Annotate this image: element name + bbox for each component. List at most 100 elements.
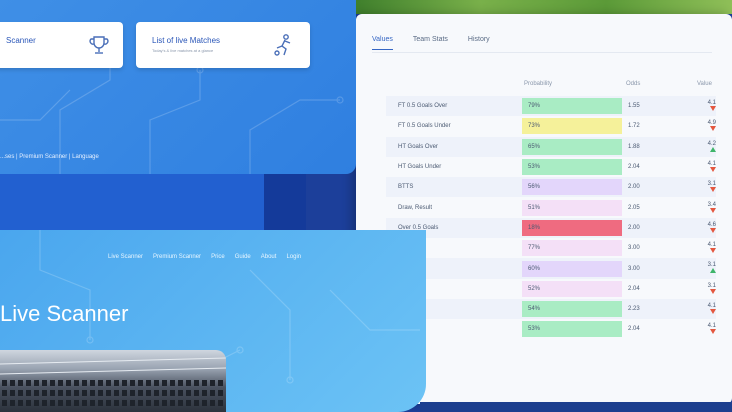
footer-links[interactable]: ...ses | Premium Scanner | Language [0, 154, 99, 160]
trend-down-icon [710, 248, 716, 254]
table-row[interactable]: FT 0.5 Goals Over 79% 1.55 4.1 [386, 96, 716, 117]
stadium-seat [138, 400, 143, 406]
stadium-seat [90, 400, 95, 406]
stadium-seat [202, 380, 207, 386]
nav-about[interactable]: About [261, 254, 277, 260]
stadium-seat [162, 390, 167, 396]
stadium-seat [10, 380, 15, 386]
table-row[interactable]: BTTS 56% 2.00 3.1 [386, 177, 716, 198]
trend-up-icon [710, 268, 716, 274]
stadium-seat [82, 400, 87, 406]
stadium-seat [202, 390, 207, 396]
stadium-seat [82, 380, 87, 386]
table-row[interactable]: ...54%2.234.1 [386, 298, 716, 320]
row-odds: 2.04 [628, 164, 640, 171]
scanner-card-bottom: Live Scanner Premium Scanner Price Guide… [0, 230, 426, 412]
column-header-probability: Probability [524, 81, 553, 87]
trend-down-icon [710, 288, 716, 294]
stats-tabs: Values Team Stats History [372, 36, 490, 50]
tile-live-matches[interactable]: List of live Matches Today's & live matc… [136, 22, 310, 68]
stadium-seat [66, 390, 71, 396]
stadium-seat [202, 400, 207, 406]
stadium-seat [130, 380, 135, 386]
row-value: 4.6 [700, 222, 716, 234]
stadium-seat [90, 390, 95, 396]
table-row[interactable]: Over 0.5 Goals 18% 2.00 4.6 [386, 217, 716, 239]
row-value: 3.1 [700, 181, 716, 193]
row-odds: 2.04 [628, 326, 640, 333]
stadium-seat [50, 400, 55, 406]
row-probability: 60% [522, 260, 622, 277]
stadium-seat [74, 380, 79, 386]
stadium-seat [122, 390, 127, 396]
table-row[interactable]: ...52%2.043.1 [386, 279, 716, 299]
page-bottom-bar [420, 402, 732, 412]
tab-values[interactable]: Values [372, 36, 393, 50]
blue-band [0, 174, 306, 230]
stadium-seat [74, 400, 79, 406]
scanner-card-top: Scanner List of live Matches Today's & l… [0, 0, 356, 174]
stadium-seat [106, 390, 111, 396]
trend-down-icon [710, 126, 716, 132]
stadium-seat [122, 380, 127, 386]
stadium-seat [114, 380, 119, 386]
row-market-name: Draw, Result [398, 204, 433, 211]
table-row[interactable]: HT Goals Over 65% 1.88 4.2 [386, 136, 716, 157]
table-row[interactable]: ...60%3.003.1 [386, 258, 716, 279]
stadium-seat [218, 390, 223, 396]
nav-premium-scanner[interactable]: Premium Scanner [153, 254, 201, 260]
tab-divider [372, 52, 712, 53]
nav-guide[interactable]: Guide [235, 254, 251, 260]
trend-down-icon [710, 207, 716, 213]
stadium-seat [194, 400, 199, 406]
tab-team-stats[interactable]: Team Stats [413, 36, 448, 50]
stadium-seat [194, 390, 199, 396]
stadium-seat [106, 380, 111, 386]
stadium-seat [98, 390, 103, 396]
stadium-seat [98, 380, 103, 386]
stadium-seat [50, 390, 55, 396]
stadium-seat [146, 380, 151, 386]
table-row[interactable]: Draw, Result 51% 2.05 3.4 [386, 197, 716, 217]
nav-live-scanner[interactable]: Live Scanner [108, 254, 143, 260]
nav-price[interactable]: Price [211, 254, 225, 260]
trend-down-icon [710, 167, 716, 172]
tab-history[interactable]: History [468, 36, 490, 50]
stadium-seat [58, 380, 63, 386]
stadium-seat [122, 400, 127, 406]
stadium-seat [178, 390, 183, 396]
row-value: 4.9 [700, 120, 716, 132]
row-odds: 2.05 [628, 204, 640, 211]
trend-down-icon [710, 227, 716, 233]
stadium-image [0, 350, 226, 412]
row-market-name: HT Goals Over [398, 143, 438, 150]
stadium-seat [186, 390, 191, 396]
stadium-seat [146, 390, 151, 396]
row-probability: 51% [522, 199, 622, 216]
stadium-seat [162, 380, 167, 386]
table-row[interactable]: ...53%2.044.1 [386, 319, 716, 339]
row-probability: 56% [522, 179, 622, 196]
stadium-seat [170, 380, 175, 386]
row-probability: 18% [522, 219, 622, 236]
player-icon [274, 34, 291, 56]
row-odds: 3.00 [628, 245, 640, 252]
stadium-structure [0, 357, 226, 406]
stats-table: FT 0.5 Goals Over 79% 1.55 4.1 FT 0.5 Goals … [386, 96, 716, 340]
table-row[interactable]: HT Goals Under 53% 2.04 4.1 [386, 157, 716, 177]
table-row[interactable]: FT 0.5 Goals Under 73% 1.72 4.9 [386, 116, 716, 136]
tile-scanner[interactable]: Scanner [0, 22, 123, 68]
row-probability: 52% [522, 280, 622, 297]
table-row[interactable]: ...cial77%3.004.1 [386, 238, 716, 258]
stadium-seat [66, 380, 71, 386]
tile-live-matches-title: List of live Matches [152, 36, 221, 45]
row-probability: 53% [522, 159, 622, 176]
tile-live-matches-subtitle: Today's & live matches at a glance [152, 48, 214, 53]
stadium-seat [42, 390, 47, 396]
stadium-seat [2, 390, 7, 396]
stadium-seat [82, 390, 87, 396]
row-value: 4.1 [700, 100, 716, 112]
stadium-seat [130, 390, 135, 396]
nav-login[interactable]: Login [286, 254, 301, 260]
stadium-seat [218, 400, 223, 406]
